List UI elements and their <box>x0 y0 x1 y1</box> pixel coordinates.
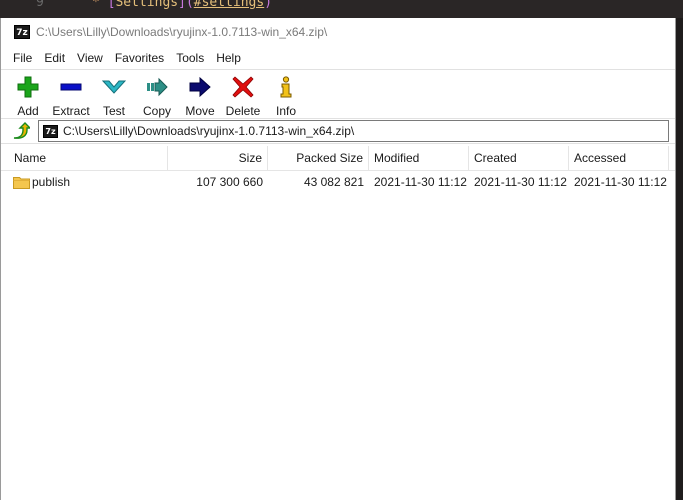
file-packed-size: 43 082 821 <box>303 175 364 189</box>
column-modified[interactable]: Modified <box>369 145 469 171</box>
title-bar[interactable]: 7z C:\Users\Lilly\Downloads\ryujinx-1.0.… <box>1 18 675 46</box>
extract-button[interactable]: Extract <box>49 70 93 118</box>
menu-edit[interactable]: Edit <box>38 51 71 65</box>
background-edge <box>676 18 683 500</box>
column-size[interactable]: Size <box>168 145 268 171</box>
menu-help[interactable]: Help <box>210 51 247 65</box>
menu-file[interactable]: File <box>7 51 38 65</box>
column-name[interactable]: Name <box>1 145 168 171</box>
menu-view[interactable]: View <box>71 51 109 65</box>
info-icon <box>274 75 298 99</box>
move-icon <box>188 75 212 99</box>
column-packed-size[interactable]: Packed Size <box>268 145 369 171</box>
extract-icon <box>59 75 83 99</box>
address-bar: 7z C:\Users\Lilly\Downloads\ryujinx-1.0.… <box>1 118 675 144</box>
editor-line-number: 9 <box>36 0 44 10</box>
file-size: 107 300 660 <box>196 175 263 189</box>
delete-icon <box>231 75 255 99</box>
test-icon <box>102 75 126 99</box>
file-name-cell: publish <box>1 175 168 189</box>
add-icon <box>16 75 40 99</box>
file-row[interactable]: publish 107 300 660 43 082 821 2021-11-3… <box>1 171 675 193</box>
folder-icon <box>13 177 30 189</box>
archive-window: 7z C:\Users\Lilly\Downloads\ryujinx-1.0.… <box>0 18 676 500</box>
background-editor: 9 * [Settings](#settings) <box>0 0 683 18</box>
move-button[interactable]: Move <box>179 70 221 118</box>
menu-favorites[interactable]: Favorites <box>109 51 170 65</box>
column-created[interactable]: Created <box>469 145 569 171</box>
info-button[interactable]: Info <box>265 70 307 118</box>
up-folder-button[interactable] <box>9 120 33 142</box>
add-label: Add <box>17 104 39 118</box>
file-accessed: 2021-11-30 11:12 <box>574 175 667 189</box>
address-field[interactable]: 7z C:\Users\Lilly\Downloads\ryujinx-1.0.… <box>38 120 669 142</box>
file-list-header: Name Size Packed Size Modified Created A… <box>1 145 675 171</box>
up-arrow-icon <box>13 122 30 139</box>
file-name: publish <box>32 175 71 189</box>
window-title: C:\Users\Lilly\Downloads\ryujinx-1.0.711… <box>36 25 328 39</box>
info-label: Info <box>275 104 296 118</box>
menu-bar: File Edit View Favorites Tools Help <box>1 46 675 69</box>
toolbar: Add Extract Test Copy Move Delete Info <box>1 69 675 118</box>
menu-tools[interactable]: Tools <box>170 51 210 65</box>
copy-button[interactable]: Copy <box>135 70 179 118</box>
delete-label: Delete <box>225 104 261 118</box>
file-created: 2021-11-30 11:12 <box>474 175 567 189</box>
delete-button[interactable]: Delete <box>221 70 265 118</box>
add-button[interactable]: Add <box>7 70 49 118</box>
column-accessed[interactable]: Accessed <box>569 145 669 171</box>
editor-code-line: * [Settings](#settings) <box>92 0 273 10</box>
file-modified: 2021-11-30 11:12 <box>374 175 467 189</box>
copy-icon <box>145 75 169 99</box>
address-path: C:\Users\Lilly\Downloads\ryujinx-1.0.711… <box>63 124 355 138</box>
extract-label: Extract <box>52 104 90 118</box>
7zip-app-icon: 7z <box>14 25 30 39</box>
copy-label: Copy <box>142 104 171 118</box>
move-label: Move <box>185 104 215 118</box>
test-button[interactable]: Test <box>93 70 135 118</box>
archive-icon: 7z <box>43 124 58 138</box>
test-label: Test <box>102 104 125 118</box>
